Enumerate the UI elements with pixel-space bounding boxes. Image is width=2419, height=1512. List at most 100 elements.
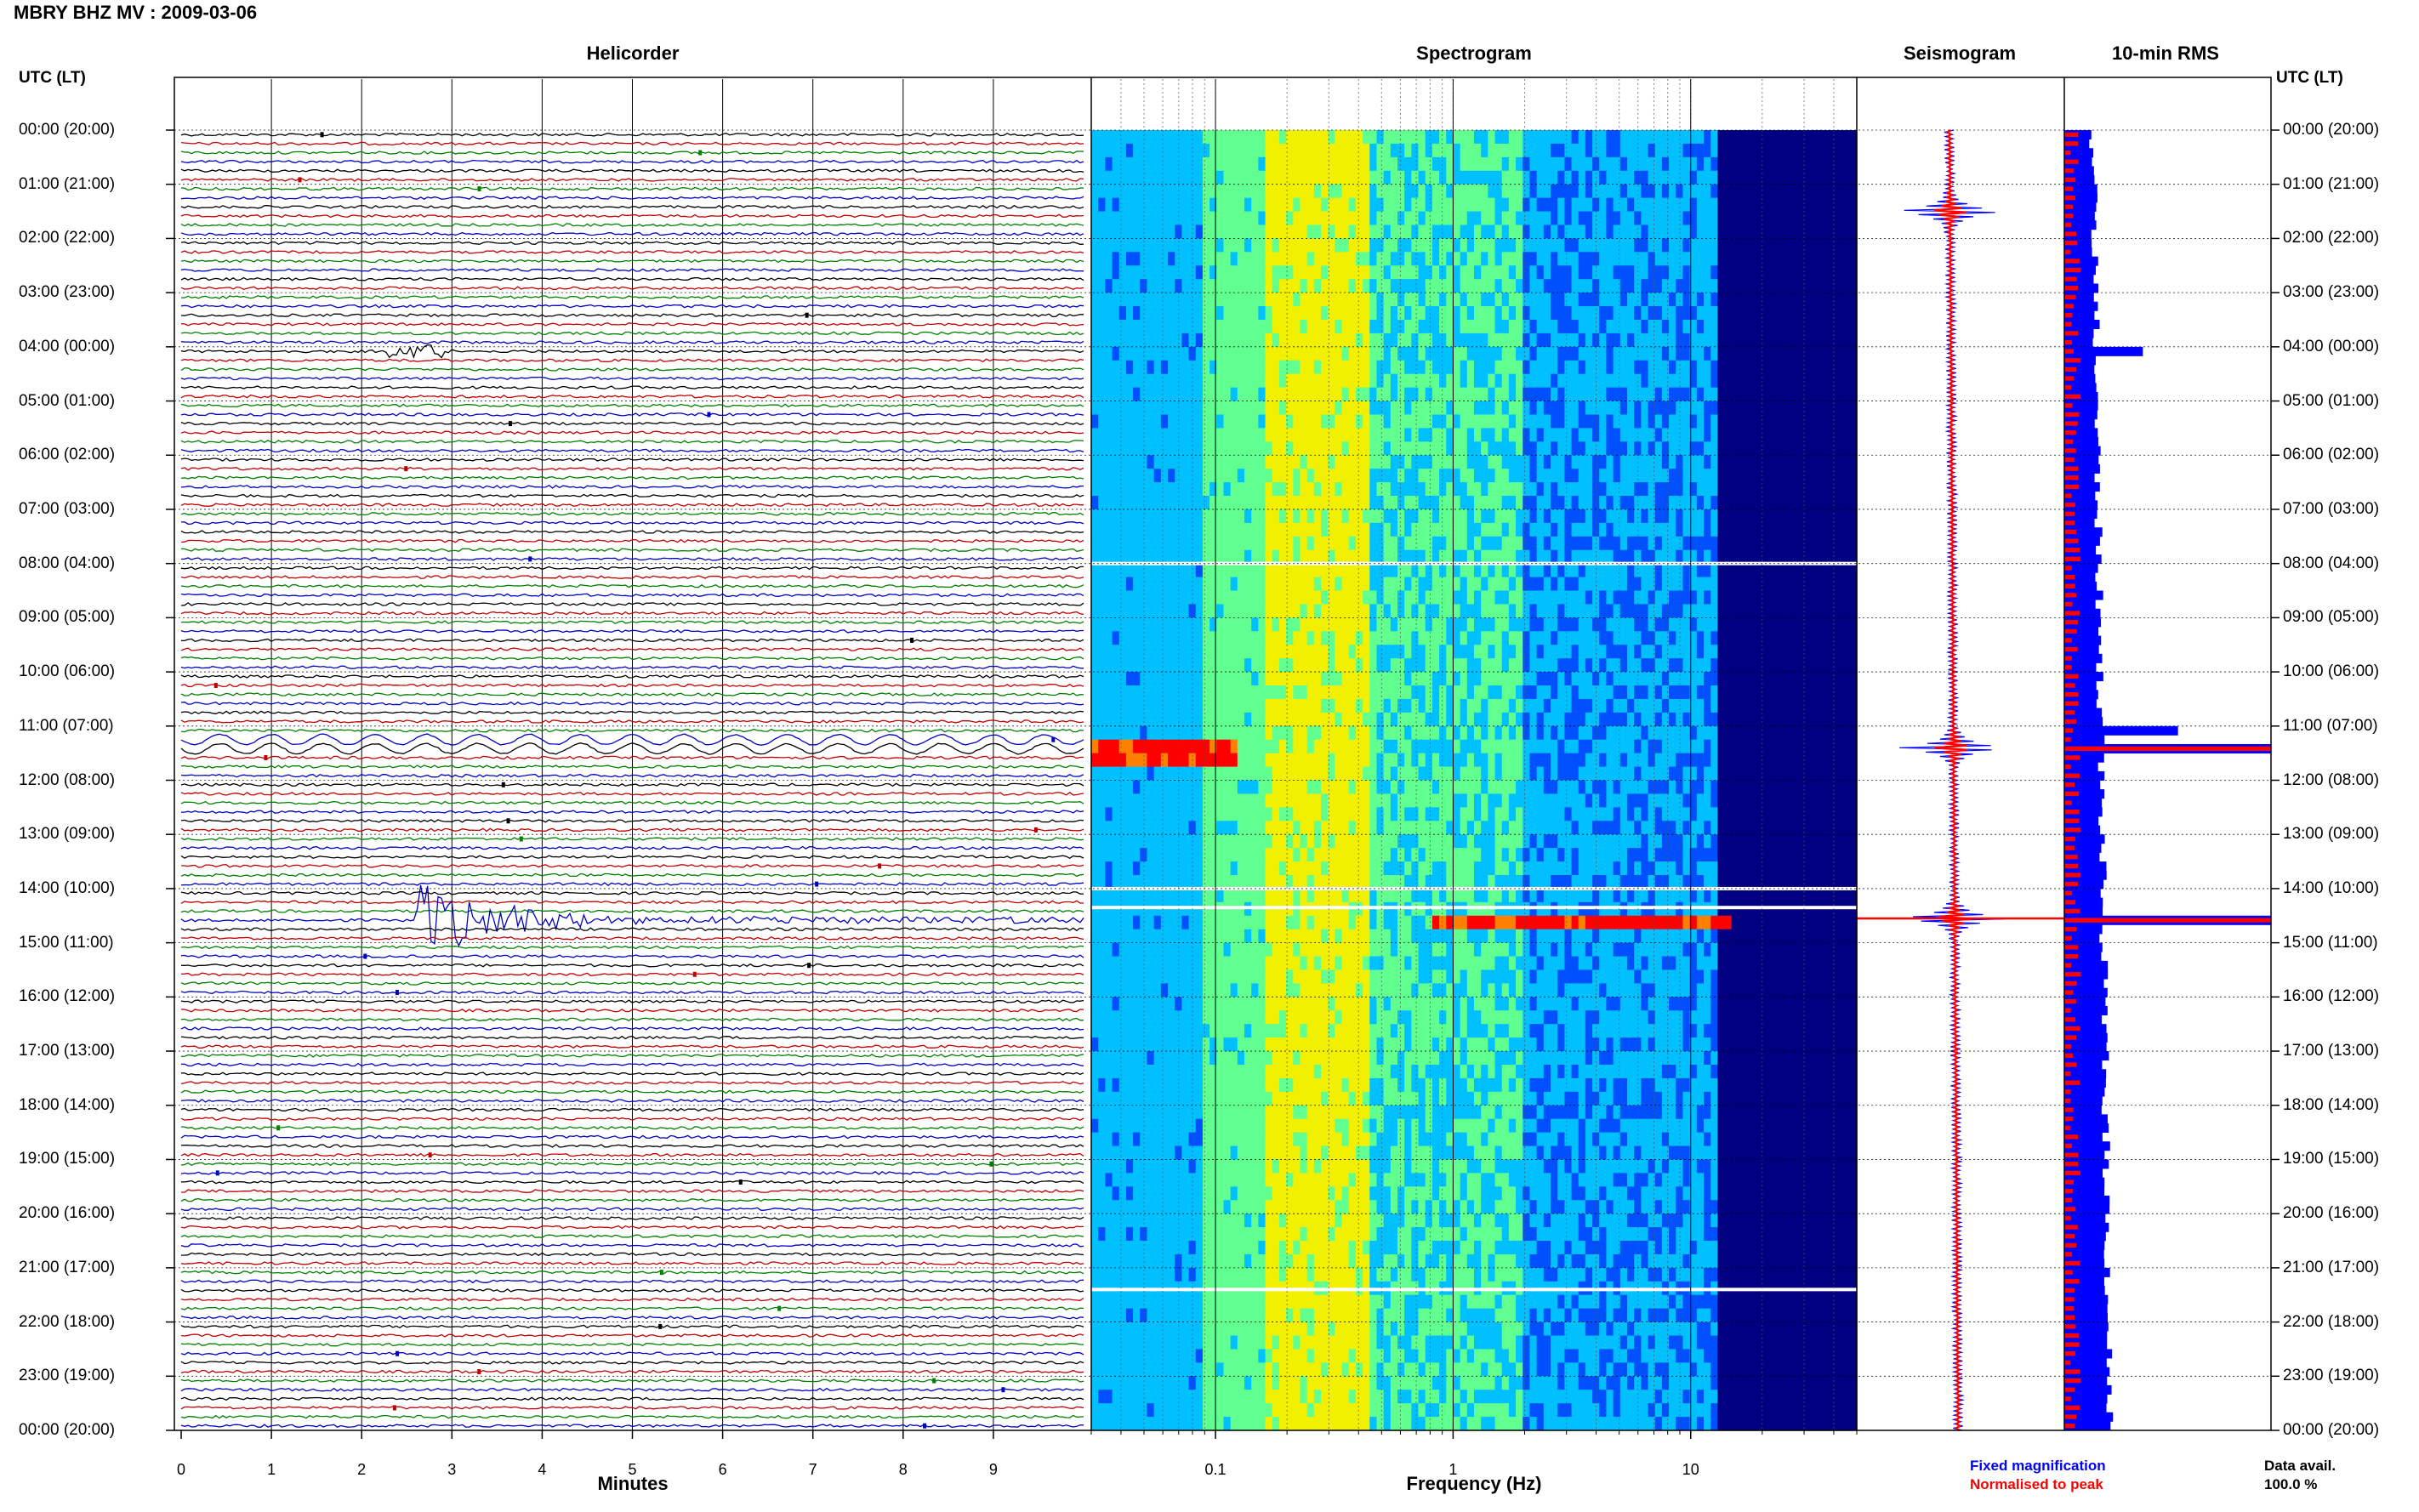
spectrogram-cell <box>1300 509 1308 524</box>
spectrogram-cell <box>1237 252 1245 266</box>
spectrogram-cell <box>1759 631 1767 645</box>
spectrogram-cell <box>1439 482 1447 497</box>
spectrogram-cell <box>1140 428 1148 442</box>
spectrogram-cell <box>1557 563 1565 578</box>
spectrogram-cell <box>1112 414 1120 429</box>
spectrogram-cell <box>1446 130 1454 145</box>
spectrogram-cell <box>1278 658 1287 673</box>
spectrogram-cell <box>1766 211 1774 226</box>
spectrogram-cell <box>1523 156 1531 172</box>
spectrogram-cell <box>1717 414 1726 429</box>
spectrogram-cell <box>1836 265 1844 280</box>
spectrogram-cell <box>1237 469 1245 483</box>
spectrogram-cell <box>1731 130 1739 145</box>
spectrogram-cell <box>1654 225 1663 240</box>
spectrogram-cell <box>1188 360 1197 375</box>
spectrogram-cell <box>1529 293 1538 307</box>
spectrogram-cell <box>1265 712 1273 727</box>
spectrogram-cell <box>1842 387 1851 402</box>
spectrogram-cell <box>1125 428 1134 442</box>
spectrogram-cell <box>1341 645 1350 659</box>
spectrogram-cell <box>1425 522 1433 537</box>
spectrogram-cell <box>1446 590 1454 605</box>
spectrogram-cell <box>1508 428 1517 442</box>
spectrogram-cell <box>1682 346 1691 361</box>
spectrogram-cell <box>1724 170 1733 185</box>
spectrogram-cell <box>1543 672 1551 686</box>
spectrogram-cell <box>1147 672 1155 686</box>
spectrogram-cell <box>1306 712 1315 727</box>
spectrogram-cell <box>1648 360 1656 375</box>
spectrogram-cell <box>1766 428 1774 442</box>
spectrogram-cell <box>1258 346 1266 361</box>
spectrogram-cell <box>1160 414 1169 429</box>
spectrogram-cell <box>1466 604 1475 618</box>
spectrogram-cell <box>1794 211 1802 226</box>
spectrogram-cell <box>1147 197 1155 213</box>
spectrogram-cell <box>1244 509 1252 524</box>
spectrogram-cell <box>1321 496 1329 510</box>
spectrogram-cell <box>1822 306 1830 321</box>
spectrogram-cell <box>1286 577 1294 592</box>
spectrogram-cell <box>1369 631 1378 645</box>
spectrogram-cell <box>1369 252 1378 266</box>
spectrogram-cell <box>1216 469 1225 483</box>
spectrogram-cell <box>1133 590 1141 605</box>
spectrogram-cell <box>1258 455 1266 469</box>
spectrogram-cell <box>1787 428 1795 442</box>
spectrogram-cell <box>1466 211 1475 226</box>
spectrogram-cell <box>1773 211 1781 226</box>
spectrogram-cell <box>1523 319 1531 334</box>
spectrogram-cell <box>1557 387 1565 402</box>
spectrogram-cell <box>1376 252 1385 266</box>
spectrogram-cell <box>1355 238 1363 253</box>
spectrogram-cell <box>1390 536 1398 551</box>
spectrogram-cell <box>1404 143 1412 158</box>
spectrogram-cell <box>1738 685 1746 700</box>
spectrogram-cell <box>1787 604 1795 618</box>
spectrogram-cell <box>1648 170 1656 185</box>
spectrogram-cell <box>1564 143 1573 158</box>
spectrogram-cell <box>1466 306 1475 321</box>
spectrogram-cell <box>1341 211 1350 226</box>
spectrogram-cell <box>1494 414 1503 429</box>
spectrogram-cell <box>1516 522 1523 537</box>
spectrogram-cell <box>1613 346 1621 361</box>
spectrogram-cell <box>1098 469 1106 483</box>
spectrogram-cell <box>1481 401 1488 416</box>
spectrogram-cell <box>1140 197 1148 213</box>
spectrogram-cell <box>1676 645 1684 659</box>
spectrogram-cell <box>1704 306 1711 321</box>
spectrogram-cell <box>1425 143 1433 158</box>
spectrogram-cell <box>1460 414 1468 429</box>
spectrogram-cell <box>1160 563 1169 578</box>
spectrogram-cell <box>1731 631 1739 645</box>
spectrogram-cell <box>1425 333 1433 348</box>
spectrogram-cell <box>1230 645 1238 659</box>
spectrogram-cell <box>1244 130 1252 145</box>
spectrogram-cell <box>1794 496 1802 510</box>
helicorder-blip <box>989 1161 993 1167</box>
spectrogram-cell <box>1300 225 1308 240</box>
spectrogram-cell <box>1599 293 1608 307</box>
spectrogram-cell <box>1404 590 1412 605</box>
spectrogram-cell <box>1118 197 1127 213</box>
spectrogram-cell <box>1829 428 1837 442</box>
spectrogram-cell <box>1682 211 1691 226</box>
spectrogram-cell <box>1265 225 1273 240</box>
spectrogram-cell <box>1738 265 1746 280</box>
spectrogram-cell <box>1731 672 1739 686</box>
spectrogram-cell <box>1551 455 1558 469</box>
spectrogram-cell <box>1551 685 1558 700</box>
spectrogram-cell <box>1230 156 1238 172</box>
spectrogram-cell <box>1474 197 1482 213</box>
spectrogram-cell <box>1321 373 1329 389</box>
spectrogram-cell <box>1523 211 1531 226</box>
spectrogram-cell <box>1557 645 1565 659</box>
spectrogram-cell <box>1300 414 1308 429</box>
spectrogram-cell <box>1265 469 1273 483</box>
spectrogram-cell <box>1251 143 1259 158</box>
spectrogram-cell <box>1341 617 1350 632</box>
spectrogram-cell <box>1265 441 1273 456</box>
spectrogram-cell <box>1669 306 1676 321</box>
